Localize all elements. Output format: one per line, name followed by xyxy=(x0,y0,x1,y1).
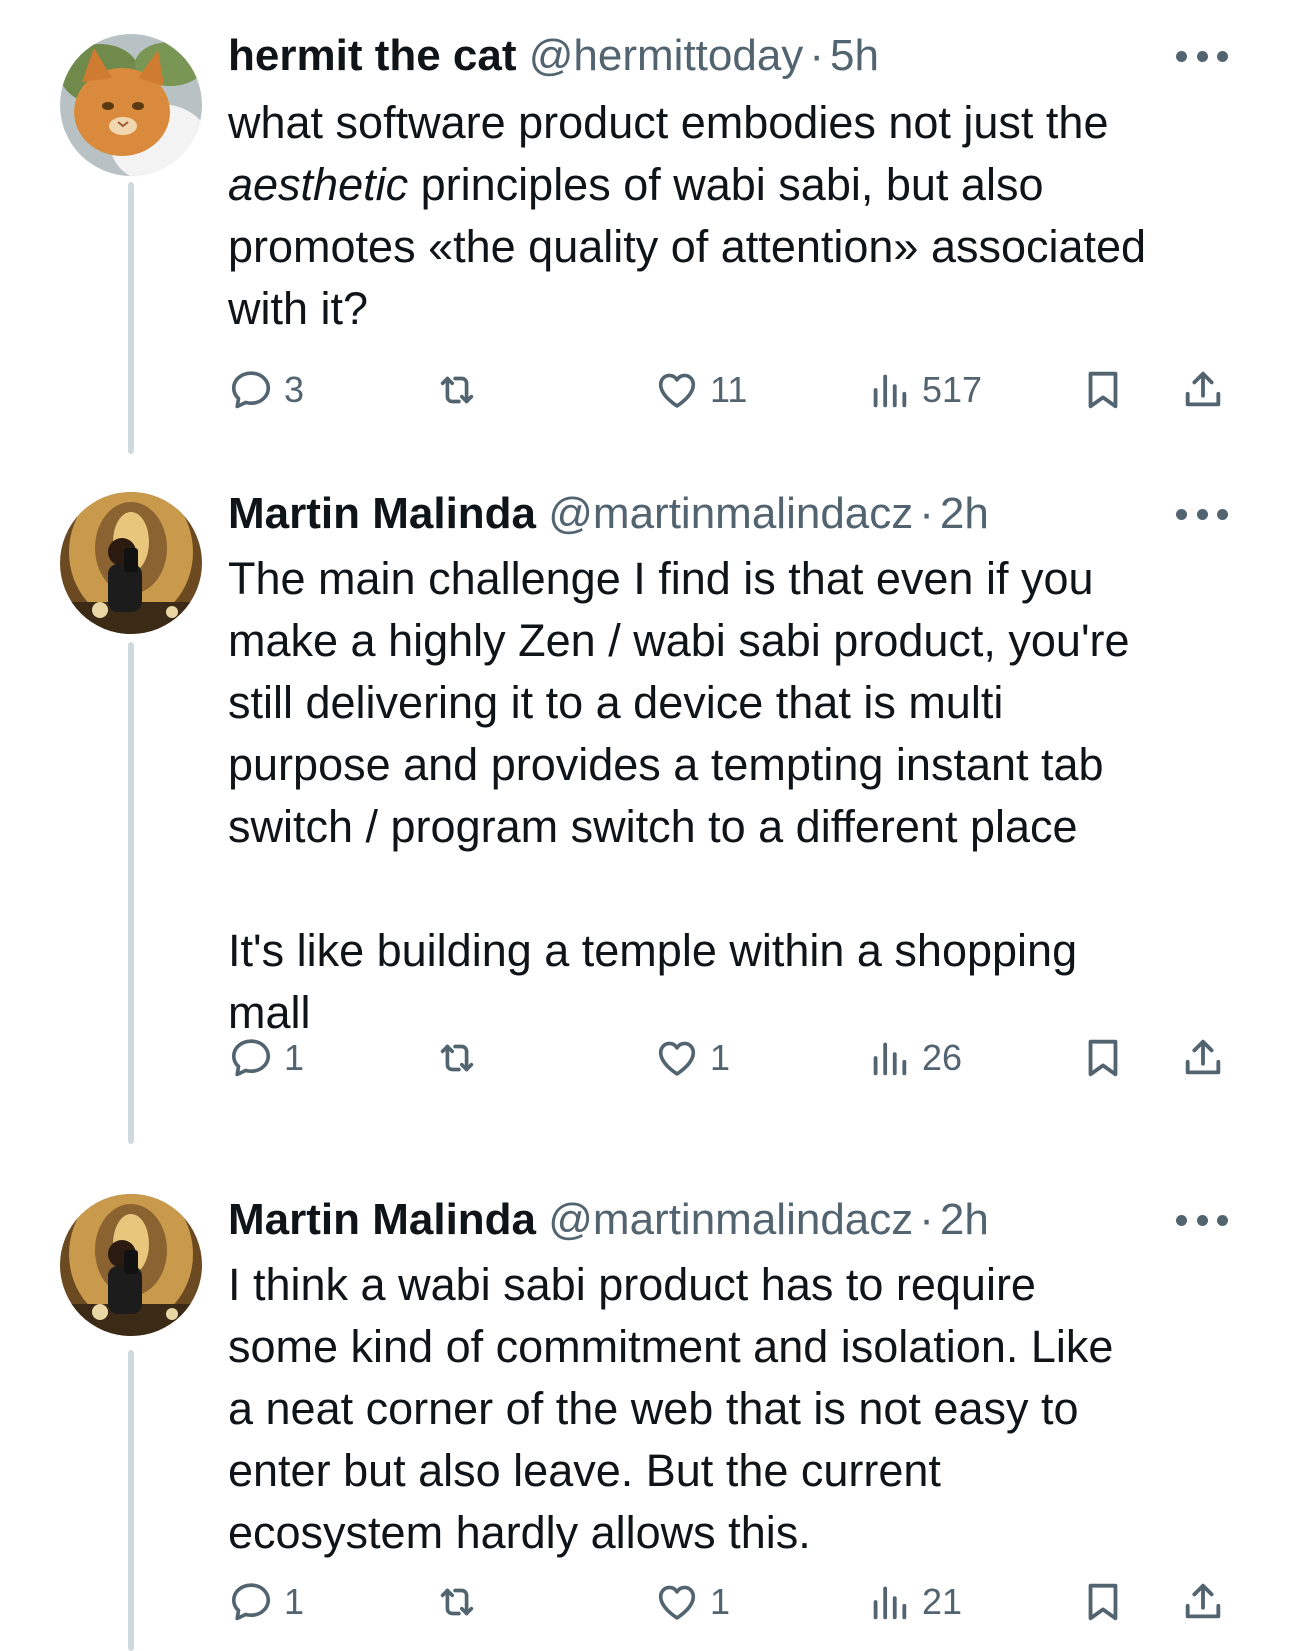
bookmark-button[interactable] xyxy=(1080,362,1126,418)
tweet-text-line: ecosystem hardly allows this. xyxy=(228,1507,811,1558)
thread-line xyxy=(128,1350,134,1651)
tweet-text-line: enter but also leave. But the current xyxy=(228,1445,941,1496)
reply-count: 1 xyxy=(284,1037,305,1078)
person-avatar-image xyxy=(60,1194,202,1336)
person-avatar-image xyxy=(60,492,202,634)
avatar[interactable] xyxy=(60,1194,202,1336)
timestamp[interactable]: 5h xyxy=(830,31,879,80)
tweet-text: what software product embodies not just … xyxy=(228,92,1238,340)
share-upload-icon xyxy=(1180,367,1226,413)
bookmark-icon xyxy=(1080,367,1126,413)
tweet-text-line: purpose and provides a tempting instant … xyxy=(228,739,1104,790)
bookmark-button[interactable] xyxy=(1080,1030,1126,1086)
share-button[interactable] xyxy=(1180,1030,1226,1086)
tweet-text-line: what software product embodies not just … xyxy=(228,97,1109,148)
display-name[interactable]: hermit the cat xyxy=(228,31,517,80)
tweet-text: The main challenge I find is that even i… xyxy=(228,548,1238,1044)
repost-button[interactable] xyxy=(434,362,480,418)
action-bar: 1 1 21 xyxy=(228,1574,1238,1630)
repost-button[interactable] xyxy=(434,1574,480,1630)
like-button[interactable]: 1 xyxy=(654,1574,730,1630)
tweet[interactable]: hermit the cat @hermittoday · 5h what soft… xyxy=(0,0,1290,460)
share-upload-icon xyxy=(1180,1035,1226,1081)
speech-bubble-icon xyxy=(228,1035,274,1081)
more-icon[interactable] xyxy=(1176,1210,1228,1230)
reply-button[interactable]: 1 xyxy=(228,1574,304,1630)
more-icon[interactable] xyxy=(1176,46,1228,66)
tweet-header: Martin Malinda @martinmalindacz · 2h xyxy=(228,1192,1230,1248)
display-name[interactable]: Martin Malinda xyxy=(228,1195,536,1244)
repost-arrows-icon xyxy=(434,1035,480,1081)
bar-chart-icon xyxy=(866,367,912,413)
view-count: 26 xyxy=(922,1037,963,1078)
user-handle[interactable]: @martinmalindacz xyxy=(548,1195,913,1244)
bookmark-button[interactable] xyxy=(1080,1574,1126,1630)
like-button[interactable]: 1 xyxy=(654,1030,730,1086)
tweet-text: I think a wabi sabi product has to requi… xyxy=(228,1254,1238,1564)
bookmark-icon xyxy=(1080,1035,1126,1081)
reply-button[interactable]: 3 xyxy=(228,362,304,418)
share-button[interactable] xyxy=(1180,362,1226,418)
repost-button[interactable] xyxy=(434,1030,480,1086)
action-bar: 1 1 26 xyxy=(228,1030,1238,1086)
tweet-text-line: make a highly Zen / wabi sabi product, y… xyxy=(228,615,1130,666)
tweet-text-line: aesthetic principles of wabi sabi, but a… xyxy=(228,154,1238,216)
view-count: 517 xyxy=(922,369,983,410)
views-button[interactable]: 26 xyxy=(866,1030,962,1086)
timestamp[interactable]: 2h xyxy=(940,1195,989,1244)
tweet-header: hermit the cat @hermittoday · 5h xyxy=(228,28,1230,84)
tweet-text-line: switch / program switch to a different p… xyxy=(228,801,1078,852)
italic-text: aesthetic xyxy=(228,159,409,210)
user-handle[interactable]: @hermittoday xyxy=(529,31,804,80)
speech-bubble-icon xyxy=(228,367,274,413)
bar-chart-icon xyxy=(866,1035,912,1081)
tweet[interactable]: Martin Malinda @martinmalindacz · 2h I thi… xyxy=(0,1160,1290,1651)
text-segment: principles of wabi sabi, but also xyxy=(408,159,1044,210)
user-handle[interactable]: @martinmalindacz xyxy=(548,489,913,538)
thread-line xyxy=(128,182,134,454)
repost-arrows-icon xyxy=(434,1579,480,1625)
bar-chart-icon xyxy=(866,1579,912,1625)
cat-avatar-image xyxy=(60,34,202,176)
avatar[interactable] xyxy=(60,34,202,176)
display-name[interactable]: Martin Malinda xyxy=(228,489,536,538)
view-count: 21 xyxy=(922,1581,963,1622)
views-button[interactable]: 21 xyxy=(866,1574,962,1630)
like-count: 1 xyxy=(710,1581,731,1622)
tweet-text-line: The main challenge I find is that even i… xyxy=(228,553,1094,604)
separator: · xyxy=(919,1195,934,1244)
share-upload-icon xyxy=(1180,1579,1226,1625)
separator: · xyxy=(809,31,824,80)
more-icon[interactable] xyxy=(1176,504,1228,524)
speech-bubble-icon xyxy=(228,1579,274,1625)
tweet-header: Martin Malinda @martinmalindacz · 2h xyxy=(228,486,1230,542)
tweet-text-line: a neat corner of the web that is not eas… xyxy=(228,1383,1079,1434)
timestamp[interactable]: 2h xyxy=(940,489,989,538)
heart-icon xyxy=(654,1035,700,1081)
bookmark-icon xyxy=(1080,1579,1126,1625)
reply-count: 3 xyxy=(284,369,305,410)
avatar[interactable] xyxy=(60,492,202,634)
tweet-text-line: with it? xyxy=(228,283,369,334)
tweet-text-line: I think a wabi sabi product has to requi… xyxy=(228,1259,1036,1310)
reply-button[interactable]: 1 xyxy=(228,1030,304,1086)
tweet-text-line: some kind of commitment and isolation. L… xyxy=(228,1321,1114,1372)
share-button[interactable] xyxy=(1180,1574,1226,1630)
like-count: 11 xyxy=(710,369,748,410)
like-button[interactable]: 11 xyxy=(654,362,747,418)
repost-arrows-icon xyxy=(434,367,480,413)
tweet[interactable]: Martin Malinda @martinmalindacz · 2h The m… xyxy=(0,460,1290,1160)
tweet-text-line: It's like building a temple within a sho… xyxy=(228,925,1078,976)
heart-icon xyxy=(654,1579,700,1625)
views-button[interactable]: 517 xyxy=(866,362,982,418)
action-bar: 3 11 517 xyxy=(228,362,1238,418)
heart-icon xyxy=(654,367,700,413)
thread-line xyxy=(128,642,134,1144)
tweet-text-line: promotes «the quality of attention» asso… xyxy=(228,221,1147,272)
like-count: 1 xyxy=(710,1037,731,1078)
tweet-text-line: still delivering it to a device that is … xyxy=(228,677,1004,728)
separator: · xyxy=(919,489,934,538)
reply-count: 1 xyxy=(284,1581,305,1622)
